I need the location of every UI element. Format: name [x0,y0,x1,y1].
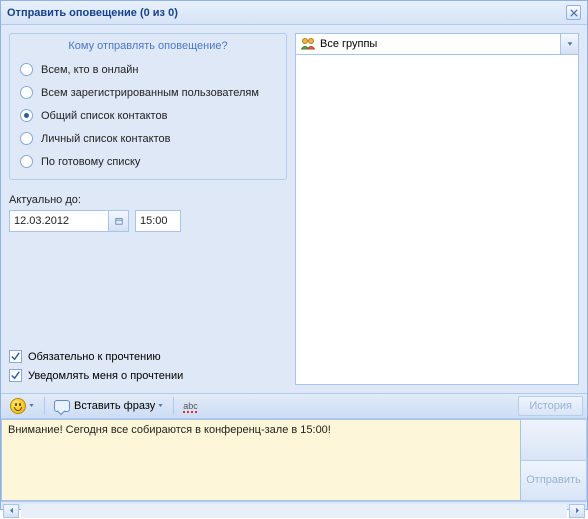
checkbox-row[interactable]: Обязательно к прочтению [9,347,287,366]
radio-icon [20,132,33,145]
scroll-right-button[interactable] [569,504,585,518]
history-label: История [529,400,572,412]
smiley-icon [10,398,26,414]
radio-option[interactable]: Личный список контактов [10,127,286,150]
editor-row: Внимание! Сегодня все собираются в конфе… [1,419,587,501]
radio-icon [20,63,33,76]
bottom-scrollbar [1,501,587,519]
calendar-icon [115,217,123,225]
chevron-down-icon [566,40,574,48]
chevron-right-icon [574,507,581,514]
date-input[interactable] [9,210,109,232]
radio-icon [20,86,33,99]
checkbox-row[interactable]: Уведомлять меня о прочтении [9,366,287,385]
chevron-down-icon [157,400,164,412]
main-area: Кому отправлять оповещение? Всем, кто в … [1,25,587,393]
chevron-left-icon [8,507,15,514]
radio-label: Всем зарегистрированным пользователям [41,87,259,99]
combo-label: Все группы [320,38,377,50]
radio-icon [20,155,33,168]
group-combo: Все группы [295,33,579,55]
message-editor[interactable]: Внимание! Сегодня все собираются в конфе… [1,419,521,501]
speech-bubble-icon [54,400,70,412]
toolbar-separator [173,397,174,415]
radio-option[interactable]: По готовому списку [10,150,286,173]
insert-phrase-button[interactable]: Вставить фразу [49,396,169,416]
scroll-track[interactable] [21,504,567,518]
left-column: Кому отправлять оповещение? Всем, кто в … [9,33,287,385]
close-icon [570,9,578,17]
spellcheck-button[interactable]: abc [178,396,203,416]
toolbar-separator [44,397,45,415]
date-time-row [9,210,287,232]
recipients-listbox[interactable] [295,55,579,385]
send-button[interactable]: Отправить [521,461,587,502]
radio-label: По готовому списку [41,156,140,168]
spellcheck-icon: abc [183,401,198,411]
checkbox-block: Обязательно к прочтению Уведомлять меня … [9,337,287,385]
radio-label: Всем, кто в онлайн [41,64,139,76]
chevron-down-icon [28,400,35,412]
date-field-wrap [9,210,129,232]
combo-field[interactable]: Все группы [295,33,561,55]
emoji-button[interactable] [5,396,40,416]
radio-icon [20,109,33,122]
side-button-blank[interactable] [521,419,587,461]
radio-label: Личный список контактов [41,133,170,145]
combo-trigger[interactable] [561,33,579,55]
group-title: Кому отправлять оповещение? [10,38,286,58]
recipients-group: Кому отправлять оповещение? Всем, кто в … [9,33,287,180]
radio-option[interactable]: Всем зарегистрированным пользователям [10,81,286,104]
dialog-window: Отправить оповещение (0 из 0) Кому отпра… [0,0,588,510]
checkbox-label: Уведомлять меня о прочтении [28,370,183,382]
window-title: Отправить оповещение (0 из 0) [7,7,566,19]
insert-phrase-label: Вставить фразу [74,400,155,412]
valid-until-label: Актуально до: [9,194,287,206]
radio-option[interactable]: Общий список контактов [10,104,286,127]
checkbox-icon [9,369,22,382]
side-buttons: Отправить [521,419,587,501]
history-button[interactable]: История [518,396,583,416]
time-input[interactable] [135,210,181,232]
radio-option[interactable]: Всем, кто в онлайн [10,58,286,81]
radio-label: Общий список контактов [41,110,167,122]
checkbox-icon [9,350,22,363]
date-picker-button[interactable] [109,210,129,232]
people-icon [300,36,316,52]
scroll-left-button[interactable] [3,504,19,518]
right-column: Все группы [295,33,579,385]
send-label: Отправить [526,474,581,486]
editor-toolbar: Вставить фразу abc История [1,393,587,419]
close-button[interactable] [566,5,581,20]
checkbox-label: Обязательно к прочтению [28,351,161,363]
titlebar: Отправить оповещение (0 из 0) [1,1,587,25]
